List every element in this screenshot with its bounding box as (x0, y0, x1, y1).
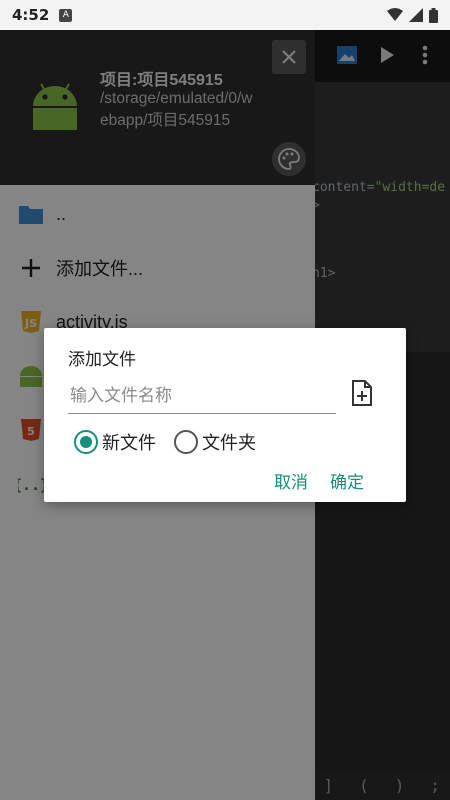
wifi-icon (387, 8, 403, 21)
filename-input[interactable] (68, 378, 336, 414)
dialog-actions: 取消 确定 (274, 468, 364, 493)
status-right-icons (387, 7, 438, 23)
add-file-dialog: 添加文件 新文件 文件夹 取消 确定 (44, 328, 406, 502)
battery-icon (429, 7, 438, 23)
radio-new-file[interactable] (74, 430, 98, 454)
cell-signal-icon (409, 8, 423, 22)
radio-dot (80, 436, 92, 448)
file-type-radio-group: 新文件 文件夹 (74, 429, 274, 455)
new-file-template-button[interactable] (348, 379, 376, 407)
status-bar: 4:52 A (0, 0, 450, 30)
radio-label-new-file[interactable]: 新文件 (102, 429, 156, 455)
radio-label-folder[interactable]: 文件夹 (202, 429, 256, 455)
status-time: 4:52 (12, 6, 50, 24)
cancel-button[interactable]: 取消 (274, 468, 308, 493)
sim-notification-icon: A (59, 8, 73, 22)
confirm-button[interactable]: 确定 (330, 468, 364, 493)
file-add-icon (352, 380, 372, 406)
dialog-title: 添加文件 (68, 350, 136, 369)
radio-folder[interactable] (174, 430, 198, 454)
